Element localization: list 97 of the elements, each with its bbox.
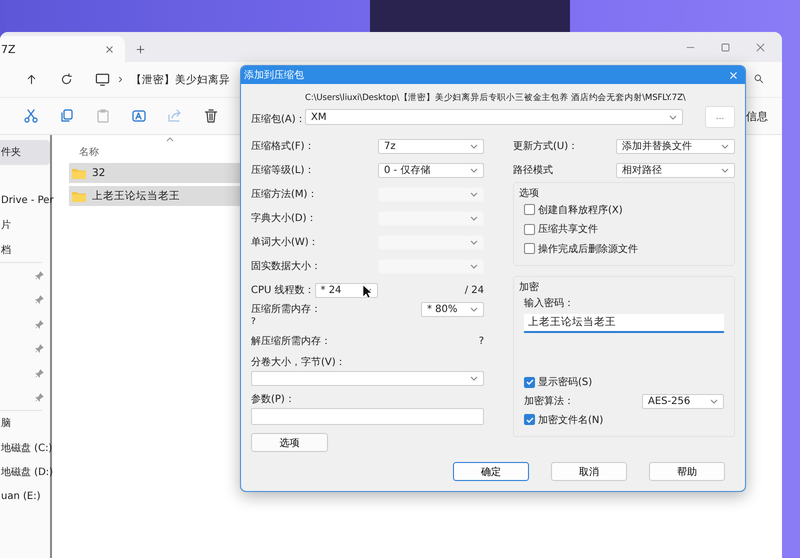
column-header[interactable]: 名称 (79, 145, 99, 159)
dialog-title: 添加到压缩包 (244, 68, 304, 82)
file-name: 上老王论坛当老王 (92, 189, 180, 203)
checkbox-label[interactable]: 压缩共享文件 (538, 222, 598, 236)
folder-icon (72, 190, 86, 202)
details-button[interactable]: 信息 (746, 108, 768, 124)
chevron-right-icon[interactable] (116, 75, 125, 84)
field-label: 压缩格式(F)： (251, 140, 315, 153)
clipboard-icon[interactable] (95, 108, 111, 124)
maximize-icon[interactable] (720, 42, 731, 52)
field-label: 加密算法： (524, 394, 574, 408)
password-field[interactable]: 上老王论坛当老王 (524, 314, 724, 332)
dialog-button[interactable]: 帮助 (649, 462, 725, 481)
dropdown[interactable]: 0 - 仅存储 (378, 162, 484, 178)
dropdown[interactable]: * 80% (421, 302, 484, 317)
dropdown[interactable]: 相对路径 (616, 162, 735, 178)
chevron-down-icon (470, 264, 478, 268)
field-label: 单词大小(W)： (251, 236, 319, 249)
chevron-down-icon (669, 114, 677, 120)
chevron-down-icon (470, 307, 478, 312)
pin-icon[interactable] (35, 344, 44, 354)
archive-name-combo[interactable]: XM (305, 109, 683, 125)
chevron-down-icon (470, 168, 478, 172)
close-icon[interactable] (104, 44, 115, 54)
checkbox-label[interactable]: 显示密码(S) (538, 375, 592, 390)
field-label: 分卷大小，字节(V)： (251, 356, 346, 369)
chevron-down-icon (470, 376, 478, 381)
thread-count-text: / 24 (464, 284, 484, 296)
group-title: 选项 (519, 186, 540, 200)
sidebar-item[interactable]: 档 (0, 238, 50, 262)
sidebar-item[interactable]: 地磁盘 (D:) (0, 460, 50, 484)
checkbox[interactable] (524, 376, 535, 388)
checkbox[interactable] (524, 243, 535, 254)
dropdown[interactable]: 7z (378, 138, 484, 154)
pin-icon[interactable] (35, 393, 44, 402)
monitor-icon[interactable] (95, 72, 110, 87)
dialog-button[interactable]: 取消 (551, 462, 627, 481)
options-button[interactable]: 选项 (251, 433, 328, 452)
field-label: 字典大小(D)： (251, 212, 317, 225)
rename-icon[interactable] (131, 108, 147, 124)
field-label: 更新方式(U)： (513, 140, 578, 153)
chevron-down-icon (721, 144, 729, 148)
tab[interactable]: 7Z (0, 36, 125, 62)
checkbox-label[interactable]: 创建自释放程序(X) (538, 202, 623, 217)
breadcrumb-item[interactable]: 【泄密】美少妇离异 (131, 72, 230, 86)
memory-value-text: ? (478, 336, 484, 346)
close-icon[interactable] (755, 42, 766, 52)
mouse-cursor-icon (362, 284, 372, 299)
sidebar-item[interactable]: 片 (0, 213, 50, 238)
pin-icon[interactable] (35, 295, 44, 304)
parameters-field[interactable] (251, 408, 484, 425)
chevron-down-icon (721, 168, 729, 172)
field-label: 解压缩所需内存： (251, 334, 331, 348)
field-label: 压缩所需内存： (251, 302, 321, 316)
field-label: 输入密码： (524, 296, 575, 310)
pin-icon[interactable] (35, 368, 44, 378)
checkbox[interactable] (524, 224, 535, 235)
memory-value-text: ? (251, 317, 257, 327)
field-label: 压缩包(A)： (251, 112, 301, 127)
close-icon[interactable] (728, 70, 739, 80)
checkbox-label[interactable]: 加密文件名(N) (538, 412, 604, 427)
pin-icon[interactable] (35, 270, 44, 280)
scissors-icon[interactable] (23, 108, 39, 124)
trash-icon[interactable] (203, 108, 219, 124)
dialog-button[interactable]: 确定 (453, 462, 529, 481)
field-label: 固实数据大小： (251, 260, 321, 273)
sort-caret-icon (166, 137, 174, 142)
sidebar-item[interactable]: uan (E:) (0, 484, 50, 509)
file-name: 32 (92, 167, 106, 179)
plus-icon[interactable] (134, 44, 146, 54)
sidebar-item[interactable]: 脑 (0, 411, 50, 436)
pin-icon[interactable] (35, 320, 44, 329)
sidebar-item[interactable]: 地磁盘 (C:) (0, 436, 50, 460)
folder-icon (72, 168, 86, 178)
refresh-icon[interactable] (60, 73, 73, 86)
search-icon[interactable] (753, 72, 764, 84)
chevron-down-icon (470, 192, 478, 196)
dropdown[interactable]: AES-256 (642, 394, 724, 408)
archive-path-text: C:\Users\liuxi\Desktop\【泄密】美少妇离异后专职小三被金主包养 酒店约会无套内射\MSFLY.7Z\ (305, 92, 687, 104)
dropdown[interactable]: 添加并替换文件 (616, 138, 735, 154)
dropdown[interactable]: * 24 (314, 282, 378, 298)
browse-button[interactable]: ... (705, 106, 735, 128)
chevron-down-icon (470, 240, 478, 244)
chevron-down-icon (470, 216, 478, 220)
checkbox-label[interactable]: 操作完成后删除源文件 (538, 242, 638, 256)
sidebar-item[interactable]: 件夹 (0, 140, 50, 164)
checkbox[interactable] (524, 204, 535, 216)
field-label: 参数(P)： (251, 392, 295, 406)
up-arrow-icon[interactable] (25, 73, 38, 86)
copy-icon[interactable] (59, 108, 75, 124)
tab-title: 7Z (1, 42, 16, 56)
field-label: CPU 线程数： (251, 284, 315, 297)
chevron-down-icon (710, 398, 718, 404)
group-title: 加密 (519, 280, 540, 294)
chevron-down-icon (470, 144, 478, 148)
checkbox[interactable] (524, 414, 535, 426)
field-label: 路径模式 (513, 164, 553, 177)
